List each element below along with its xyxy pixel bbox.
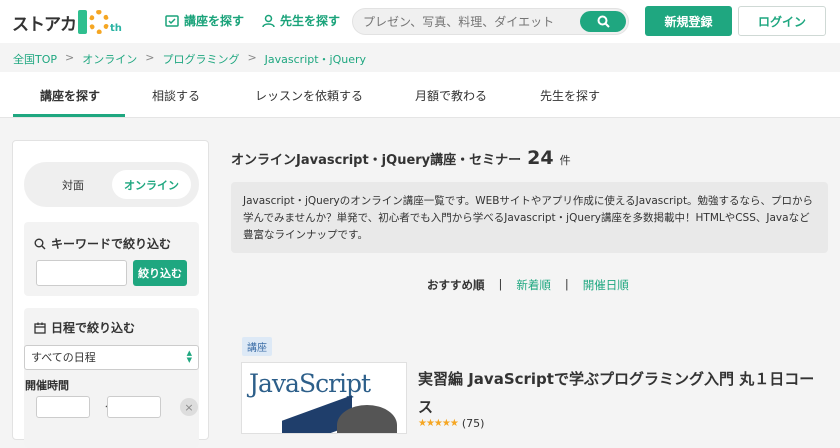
time-start-input[interactable] (36, 396, 90, 418)
nav-find-courses-label: 講座を探す (184, 14, 245, 28)
breadcrumb-item[interactable]: オンライン (82, 51, 137, 67)
tab-monthly[interactable]: 月額で教わる (415, 87, 487, 104)
sort-newest[interactable]: 新着順 (516, 277, 551, 293)
keyword-filter-panel: キーワードで絞り込む 絞り込む (24, 222, 199, 296)
breadcrumb-separator: > (247, 51, 257, 64)
sort-options: おすすめ順 | 新着順 | 開催日順 (427, 277, 629, 293)
search-input[interactable] (363, 9, 583, 34)
tab-find-courses[interactable]: 講座を探す (40, 87, 100, 104)
breadcrumb-item[interactable]: 全国TOP (13, 51, 57, 67)
page-title: オンラインJavascript・jQuery講座・セミナー 24 件 (231, 147, 571, 169)
breadcrumb: 全国TOP > オンライン > プログラミング > Javascript・jQu… (13, 51, 366, 67)
date-filter-title: 日程で絞り込む (34, 319, 135, 336)
course-title[interactable]: 実習編 JavaScriptで学ぶプログラミング入門 丸１日コース (418, 365, 828, 421)
header: ストアカ th 講座を探す 先生を探す 新規登録 ログイン (0, 0, 840, 43)
breadcrumb-separator: > (65, 51, 75, 64)
result-count: 24 (527, 147, 554, 169)
rating-count: (75) (461, 417, 485, 430)
breadcrumb-separator: > (145, 51, 155, 64)
clear-icon[interactable]: × (180, 398, 198, 416)
nav-find-courses[interactable]: 講座を探す (165, 12, 244, 29)
time-filter-label: 開催時間 (25, 379, 69, 392)
logo[interactable]: ストアカ th (12, 8, 122, 36)
sort-recommended[interactable]: おすすめ順 (427, 277, 485, 293)
keyword-filter-label: キーワードで絞り込む (51, 237, 172, 251)
logo-one-shape (78, 10, 87, 34)
sort-separator: | (564, 277, 569, 291)
select-arrows-icon: ▲ ▼ (186, 349, 192, 364)
nav-find-teachers[interactable]: 先生を探す (262, 12, 340, 29)
sort-separator: | (498, 277, 503, 291)
tab-bar: 講座を探す 相談する レッスンを依頼する 月額で教わる 先生を探す (0, 72, 840, 118)
category-description: Javascript・jQueryのオンライン講座一覧です。WEBサイトやアプリ… (231, 182, 828, 253)
breadcrumb-item[interactable]: Javascript・jQuery (265, 51, 366, 67)
calendar-icon (34, 322, 46, 334)
keyword-filter-title: キーワードで絞り込む (34, 235, 171, 252)
course-thumbnail[interactable]: JavaScript (241, 362, 407, 434)
keyword-filter-button[interactable]: 絞り込む (133, 260, 187, 286)
logo-th-text: th (110, 23, 122, 34)
toggle-offline[interactable]: 対面 (62, 177, 84, 193)
date-filter-label: 日程で絞り込む (51, 321, 136, 335)
tab-consult[interactable]: 相談する (152, 87, 200, 104)
register-button[interactable]: 新規登録 (645, 6, 732, 36)
search-bar (352, 8, 629, 35)
login-button[interactable]: ログイン (738, 6, 826, 36)
filter-sidebar: 対面 オンライン キーワードで絞り込む 絞り込む 日程で絞り込む すべての日程 … (12, 140, 209, 448)
date-select-value: すべての日程 (31, 351, 96, 364)
date-select[interactable]: すべての日程 ▲ ▼ (24, 345, 199, 370)
active-tab-indicator (13, 114, 125, 117)
thumbnail-text: JavaScript (249, 369, 371, 398)
sort-date[interactable]: 開催日順 (583, 277, 629, 293)
time-end-input[interactable] (107, 396, 161, 418)
toggle-online[interactable]: オンライン (112, 170, 191, 199)
breadcrumb-item[interactable]: プログラミング (162, 51, 239, 67)
search-icon (597, 15, 610, 28)
person-icon (262, 14, 275, 27)
course-rating: ★★★★★ (75) (418, 417, 484, 430)
search-icon (34, 238, 46, 249)
page-title-text: オンラインJavascript・jQuery講座・セミナー (231, 153, 522, 168)
nav-find-teachers-label: 先生を探す (280, 14, 341, 28)
logo-zero-shape (89, 10, 109, 34)
star-rating-icon: ★★★★★ (418, 418, 459, 429)
search-button[interactable] (580, 11, 626, 32)
mode-toggle: 対面 オンライン (24, 162, 199, 207)
logo-10th-mark: th (78, 10, 122, 34)
course-type-badge: 講座 (242, 337, 272, 356)
keyword-input[interactable] (36, 260, 127, 286)
course-icon (165, 14, 179, 27)
logo-text: ストアカ (12, 14, 77, 35)
result-count-unit: 件 (559, 154, 571, 167)
tab-find-teachers[interactable]: 先生を探す (540, 87, 600, 104)
tab-request-lesson[interactable]: レッスンを依頼する (255, 87, 363, 104)
